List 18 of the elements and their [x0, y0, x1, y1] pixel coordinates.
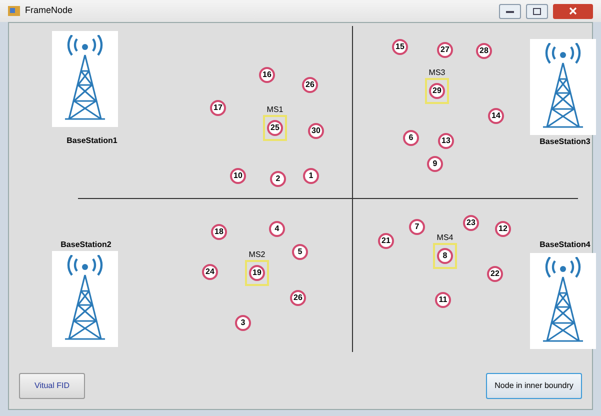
minimize-button[interactable] — [499, 4, 521, 18]
inner-boundary-button[interactable]: Node in inner boundry — [486, 373, 582, 399]
close-icon — [569, 7, 577, 15]
close-button[interactable] — [553, 4, 593, 18]
window-title: FrameNode — [25, 4, 73, 18]
minimize-icon — [506, 10, 514, 12]
window-app-icon — [8, 5, 20, 17]
base-station-label: BaseStation2 — [60, 239, 112, 251]
mobile-station-label: MS4 — [436, 232, 454, 244]
maximize-icon — [533, 8, 541, 14]
mobile-station-label: MS3 — [428, 67, 446, 79]
virtual-fid-button[interactable]: Vitual FID — [19, 373, 85, 399]
base-station-label: BaseStation3 — [540, 136, 590, 148]
base-station-label: BaseStation1 — [66, 135, 118, 147]
mobile-station-label: MS2 — [248, 249, 266, 261]
mobile-station-label: MS1 — [266, 104, 284, 116]
maximize-button[interactable] — [526, 4, 548, 18]
base-station-label: BaseStation4 — [540, 239, 590, 251]
